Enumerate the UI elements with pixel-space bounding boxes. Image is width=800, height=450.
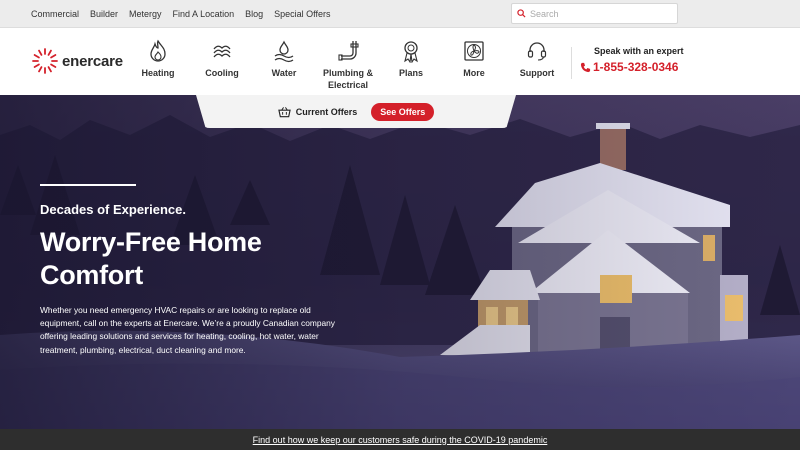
pipe-icon (338, 41, 359, 61)
enercare-logo[interactable]: enercare (30, 46, 123, 76)
hero-body: Whether you need emergency HVAC repairs … (40, 305, 335, 355)
snowflake-icon (213, 45, 231, 58)
nav-item-more[interactable]: More (442, 39, 506, 79)
nav-item-support[interactable]: Support (505, 39, 569, 79)
fan-icon (464, 41, 484, 61)
speak-with-expert-label: Speak with an expert (594, 46, 684, 56)
contact-block: Speak with an expert 1-855-328-0346 (580, 46, 684, 74)
phone-number[interactable]: 1-855-328-0346 (593, 60, 678, 74)
search-input[interactable] (530, 8, 670, 19)
headset-icon (527, 42, 547, 61)
covid-banner: Find out how we keep our customers safe … (0, 429, 800, 450)
hero-accent-rule (40, 184, 136, 186)
phone-link[interactable]: 1-855-328-0346 (580, 60, 684, 74)
nav-item-heating[interactable]: Heating (126, 39, 190, 79)
nav-item-plans[interactable]: Plans (379, 39, 443, 79)
nav-item-plumbing-electrical[interactable]: Plumbing & Electrical (316, 39, 380, 91)
nav-item-label: Support (519, 68, 555, 78)
nav-item-label: Heating (141, 68, 175, 78)
see-offers-button[interactable]: See Offers (371, 102, 435, 121)
phone-icon (580, 62, 591, 72)
nav-divider (571, 47, 572, 79)
nav-item-label: Water (271, 68, 297, 78)
utility-link-metergy[interactable]: Metergy (129, 9, 162, 19)
search-icon (517, 9, 526, 18)
hero-eyebrow: Decades of Experience. (40, 202, 186, 217)
ribbon-icon (404, 41, 418, 63)
nav-item-water[interactable]: Water (252, 39, 316, 79)
main-nav: enercare Heating Cooling Water Plumbing … (0, 29, 800, 95)
flame-icon (150, 39, 166, 62)
logo-wordmark: enercare (62, 52, 123, 70)
current-offers-label: Current Offers (295, 106, 358, 117)
nav-item-label: More (463, 68, 485, 78)
nav-item-cooling[interactable]: Cooling (190, 39, 254, 79)
utility-bar: Commercial Builder Metergy Find A Locati… (0, 0, 800, 28)
nav-item-label: Plans (398, 68, 423, 78)
water-drop-icon (274, 40, 294, 63)
utility-link-commercial[interactable]: Commercial (31, 9, 79, 19)
current-offers-tab: Current Offers See Offers (196, 95, 516, 128)
utility-link-special-offers[interactable]: Special Offers (274, 9, 330, 19)
search-box[interactable] (511, 3, 678, 24)
covid-link[interactable]: Find out how we keep our customers safe … (253, 435, 548, 445)
utility-link-blog[interactable]: Blog (245, 9, 263, 19)
utility-link-find-location[interactable]: Find A Location (173, 9, 235, 19)
hero-headline: Worry-Free Home Comfort (40, 227, 262, 290)
basket-icon (277, 106, 291, 117)
nav-item-label: Cooling (205, 68, 239, 78)
enercare-logo-mark-icon (32, 48, 58, 74)
nav-item-label: Plumbing & Electrical (323, 68, 373, 90)
utility-link-builder[interactable]: Builder (90, 9, 118, 19)
utility-links: Commercial Builder Metergy Find A Locati… (31, 0, 330, 28)
